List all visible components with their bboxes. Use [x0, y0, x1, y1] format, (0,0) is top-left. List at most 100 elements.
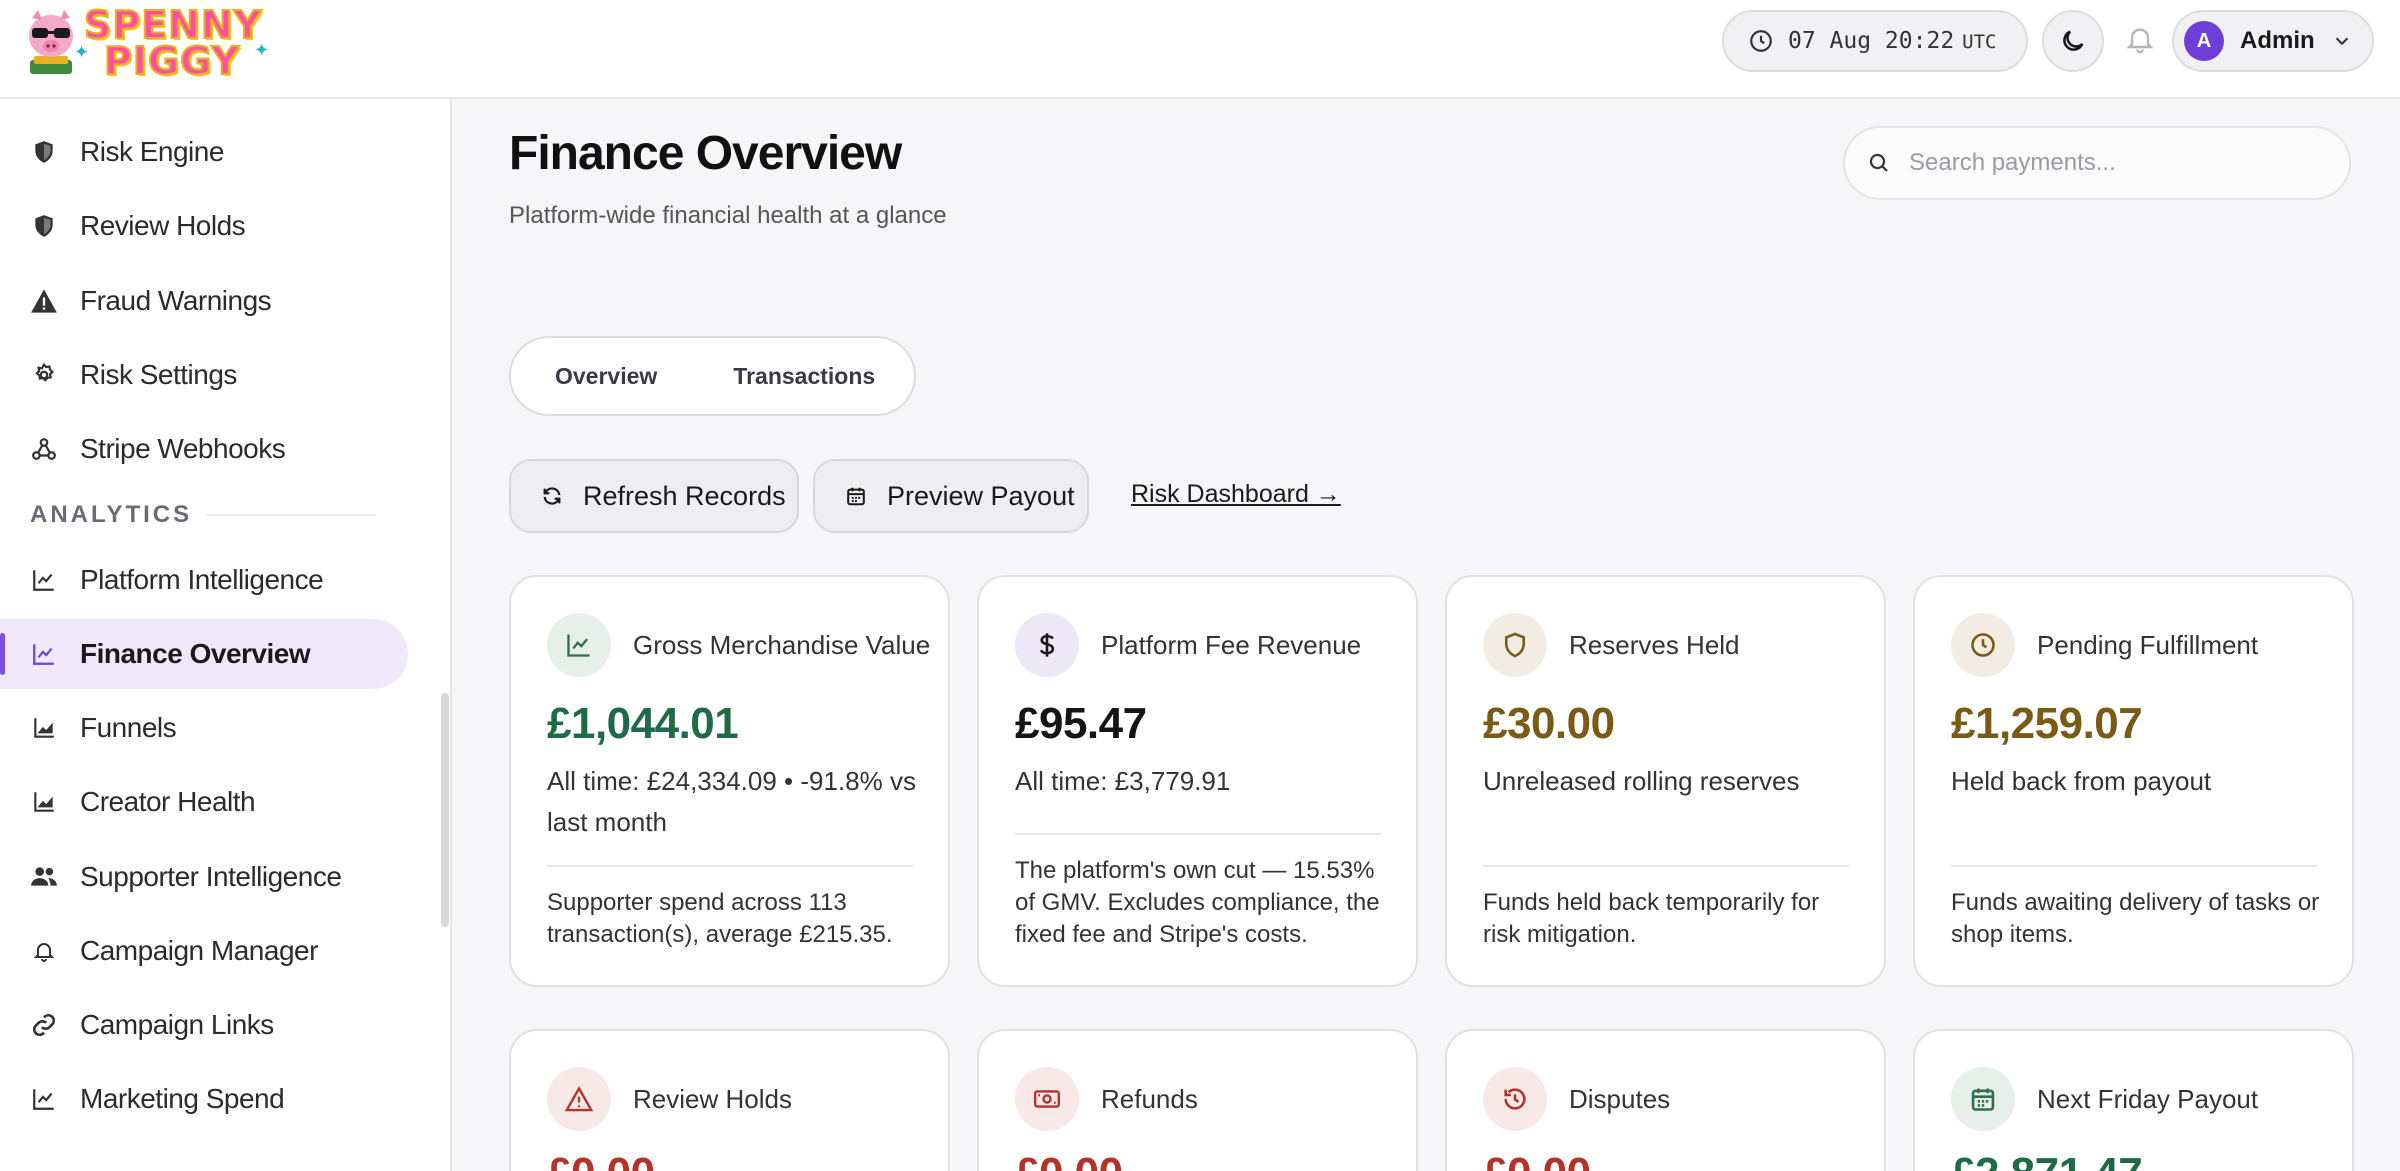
- tab-overview[interactable]: Overview: [555, 363, 657, 390]
- search-box[interactable]: [1843, 126, 2351, 200]
- card-value: £2,871.47: [1951, 1149, 2143, 1171]
- card-gross-merchandise-value: Gross Merchandise Value £1,044.01 All ti…: [509, 575, 950, 987]
- chart-line-icon: [30, 566, 58, 594]
- card-divider: [1015, 833, 1381, 835]
- risk-dashboard-link[interactable]: Risk Dashboard →: [1131, 480, 1341, 509]
- warning-icon: [30, 287, 58, 315]
- card-title: Platform Fee Revenue: [1101, 629, 1362, 660]
- sidebar-item-stripe-webhooks[interactable]: Stripe Webhooks: [0, 414, 408, 484]
- refresh-records-button[interactable]: Refresh Records: [509, 459, 799, 533]
- chart-area-icon: [30, 714, 58, 742]
- sidebar: Risk Engine Review Holds Fraud Warnings …: [0, 99, 452, 1171]
- card-description: Supporter spend across 113 transaction(s…: [547, 889, 893, 948]
- card-title: Gross Merchandise Value: [633, 629, 931, 660]
- card-subtext: Held back from payout: [1951, 766, 2212, 796]
- chart-area-icon: [30, 788, 58, 816]
- card-subtext: All time: £24,334.09 • -91.8% vs last mo…: [547, 766, 916, 837]
- webhook-icon: [30, 435, 58, 463]
- sidebar-item-risk-engine[interactable]: Risk Engine: [0, 117, 408, 187]
- avatar: A: [2184, 21, 2224, 61]
- clock-icon: [1951, 613, 2015, 677]
- sidebar-item-risk-settings[interactable]: Risk Settings: [0, 340, 408, 410]
- search-icon: [1869, 153, 1888, 172]
- view-tabs: Overview Transactions: [509, 336, 916, 416]
- search-input[interactable]: [1909, 149, 2329, 177]
- sidebar-item-creator-health[interactable]: Creator Health: [0, 767, 408, 837]
- pig-mascot-icon: [29, 10, 73, 74]
- chart-line-icon: [547, 613, 611, 677]
- card-pending-fulfillment: Pending Fulfillment £1,259.07 Held back …: [1913, 575, 2354, 987]
- card-divider: [1483, 865, 1849, 867]
- theme-toggle-button[interactable]: [2042, 10, 2104, 72]
- card-value: £30.00: [1483, 699, 1615, 748]
- warning-icon: [547, 1067, 611, 1131]
- refresh-records-label: Refresh Records: [583, 480, 786, 511]
- sidebar-item-label: Finance Overview: [80, 638, 311, 669]
- spenny-piggy-logo[interactable]: SPENNY PIGGY ✦ ✦: [20, 4, 270, 81]
- card-description: The platform's own cut — 15.53% of GMV. …: [1015, 857, 1380, 948]
- card-subtext: All time: £3,779.91: [1015, 766, 1231, 796]
- sidebar-item-campaign-links[interactable]: Campaign Links: [0, 990, 408, 1060]
- users-icon: [30, 863, 58, 891]
- page-title: Finance Overview: [509, 127, 902, 180]
- sidebar-item-label: Risk Engine: [80, 136, 224, 167]
- section-divider: [206, 514, 376, 516]
- card-description: Funds held back temporarily for risk mit…: [1483, 889, 1820, 948]
- card-platform-fee-revenue: Platform Fee Revenue £95.47 All time: £3…: [977, 575, 1418, 987]
- gear-icon: [30, 361, 58, 389]
- clock-icon: [1750, 30, 1772, 52]
- user-name: Admin: [2240, 27, 2315, 54]
- user-menu-button[interactable]: A Admin: [2172, 10, 2374, 72]
- sidebar-item-marketing-spend[interactable]: Marketing Spend: [0, 1064, 408, 1134]
- card-divider: [1951, 865, 2317, 867]
- sidebar-scrollbar[interactable]: [441, 693, 449, 927]
- card-value: £95.47: [1015, 699, 1147, 748]
- card-reserves-held: Reserves Held £30.00 Unreleased rolling …: [1445, 575, 1886, 987]
- sparkle-icon: ✦: [254, 40, 270, 60]
- card-description: Funds awaiting delivery of tasks or shop…: [1951, 889, 2320, 948]
- refresh-icon: [543, 487, 561, 505]
- card-divider: [547, 865, 913, 867]
- card-title: Refunds: [1101, 1083, 1198, 1114]
- tab-transactions[interactable]: Transactions: [733, 363, 875, 390]
- sidebar-item-label: Fraud Warnings: [80, 285, 272, 316]
- sidebar-item-finance-overview[interactable]: Finance Overview: [0, 619, 408, 689]
- shield-icon: [30, 138, 58, 166]
- dollar-icon: [1015, 613, 1079, 677]
- bell-icon: [30, 937, 58, 965]
- card-value: £0.00: [1015, 1149, 1123, 1171]
- calendar-icon: [847, 487, 865, 506]
- shield-icon: [30, 212, 58, 240]
- page-subtitle: Platform-wide financial health at a glan…: [509, 202, 947, 229]
- preview-payout-label: Preview Payout: [887, 480, 1075, 511]
- sidebar-item-review-holds[interactable]: Review Holds: [0, 191, 408, 261]
- card-value: £1,259.07: [1951, 699, 2143, 748]
- card-value: £1,044.01: [547, 699, 739, 748]
- history-icon: [1483, 1067, 1547, 1131]
- card-title: Reserves Held: [1569, 629, 1740, 660]
- card-title: Review Holds: [633, 1083, 792, 1114]
- link-icon: [30, 1011, 58, 1039]
- sidebar-item-campaign-manager[interactable]: Campaign Manager: [0, 916, 408, 986]
- card-value: £0.00: [1483, 1149, 1591, 1171]
- sidebar-item-label: Campaign Links: [80, 1009, 274, 1040]
- clock-date: 07 Aug 20:22: [1788, 28, 1955, 54]
- utc-clock: 07 Aug 20:22 UTC: [1722, 10, 2028, 72]
- card-title: Next Friday Payout: [2037, 1083, 2259, 1114]
- card-next-friday-payout: Next Friday Payout £2,871.47: [1913, 1029, 2354, 1171]
- sidebar-item-label: Platform Intelligence: [80, 564, 324, 595]
- banknote-icon: [1015, 1067, 1079, 1131]
- sidebar-item-label: Funnels: [80, 712, 177, 743]
- notifications-button[interactable]: [2120, 14, 2160, 64]
- sidebar-item-supporter-intelligence[interactable]: Supporter Intelligence: [0, 842, 408, 912]
- section-label-analytics: ANALYTICS: [30, 501, 193, 528]
- preview-payout-button[interactable]: Preview Payout: [813, 459, 1089, 533]
- sidebar-item-platform-intelligence[interactable]: Platform Intelligence: [0, 545, 408, 615]
- sidebar-item-funnels[interactable]: Funnels: [0, 693, 408, 763]
- sidebar-item-label: Risk Settings: [80, 359, 237, 390]
- sidebar-item-fraud-warnings[interactable]: Fraud Warnings: [0, 266, 408, 336]
- bell-icon: [2126, 28, 2154, 54]
- sidebar-item-label: Supporter Intelligence: [80, 861, 342, 892]
- card-title: Pending Fulfillment: [2037, 629, 2259, 660]
- card-subtext: Unreleased rolling reserves: [1483, 766, 1800, 796]
